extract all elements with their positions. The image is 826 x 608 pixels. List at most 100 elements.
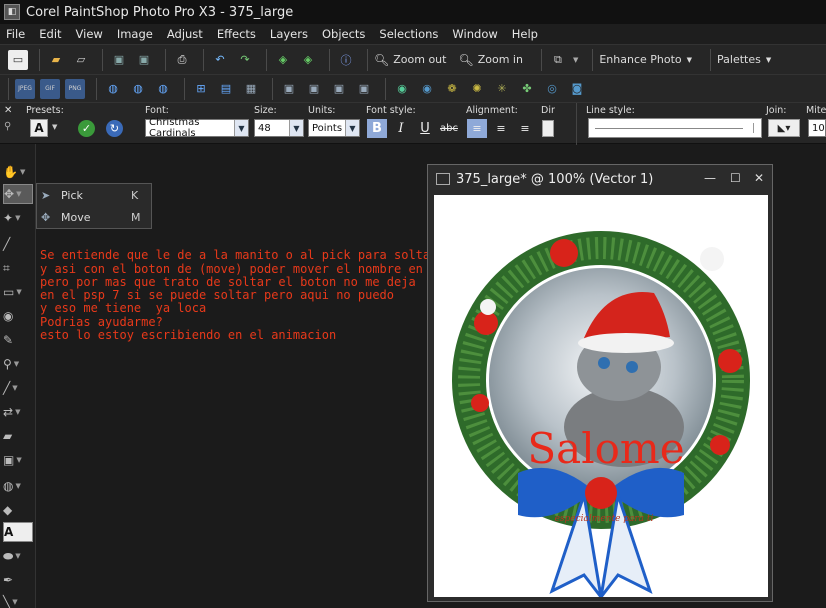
zoom-out-button[interactable]: 🔍︎ Zoom out (374, 53, 446, 67)
effect-flower-icon[interactable]: ❁ (442, 79, 462, 99)
preview-icon[interactable]: ▦ (241, 79, 261, 99)
menu-effects[interactable]: Effects (217, 27, 256, 41)
close-icon[interactable]: ✕ (754, 171, 764, 185)
move-cross-icon: ✥ (4, 187, 15, 201)
menu-image[interactable]: Image (117, 27, 153, 41)
effect-badge-icon[interactable]: ◙ (567, 79, 587, 99)
menu-layers[interactable]: Layers (270, 27, 308, 41)
save-icon[interactable]: ▣ (109, 50, 129, 70)
pin-icon[interactable]: ⚲ (4, 121, 11, 132)
apply-check-icon[interactable]: ✓ (78, 120, 95, 137)
undo-icon[interactable]: ↶ (210, 50, 230, 70)
underline-icon[interactable]: U (415, 119, 435, 138)
warp-brush-tool[interactable]: ╲ ▼ (3, 592, 33, 608)
info-icon[interactable]: ⓘ (336, 50, 356, 70)
size-select[interactable]: 48 ▼ (254, 119, 304, 137)
direction-button[interactable] (542, 120, 554, 137)
menu-file[interactable]: File (6, 27, 25, 41)
effects-texture-icon[interactable]: ▣ (329, 79, 349, 99)
effects-border-icon[interactable]: ▣ (354, 79, 374, 99)
flyout-item-pick[interactable]: ➤ Pick K (37, 184, 151, 206)
browse-icon[interactable]: ◈ (273, 50, 293, 70)
red-eye-tool[interactable]: ◉ (3, 306, 33, 326)
miter-input[interactable]: 10.0 (808, 119, 826, 137)
maximize-icon[interactable]: ☐ (730, 171, 741, 185)
menu-objects[interactable]: Objects (322, 27, 365, 41)
align-center-icon[interactable]: ≡ (491, 119, 511, 138)
minimize-icon[interactable]: — (704, 171, 716, 185)
open-folder-icon[interactable]: ▰ (46, 50, 66, 70)
picture-tube-tool[interactable]: ◆ (3, 500, 33, 520)
straighten-tool[interactable]: ▭ ▼ (3, 282, 33, 302)
menu-edit[interactable]: Edit (39, 27, 61, 41)
pan-tool[interactable]: ✋ ▼ (3, 162, 33, 182)
effects-frame-icon[interactable]: ▣ (279, 79, 299, 99)
chevron-down-icon: ▼ (765, 55, 772, 64)
units-select[interactable]: Points ▼ (308, 119, 360, 137)
bold-icon[interactable]: B (367, 119, 387, 138)
new-file-icon[interactable]: ▭ (8, 49, 28, 70)
toolbar-separator (165, 48, 166, 71)
menu-adjust[interactable]: Adjust (167, 27, 203, 41)
pen-tool[interactable]: ✒ (3, 570, 33, 590)
enhance-photo-menu[interactable]: Enhance Photo ▼ (599, 53, 692, 66)
lighten-tool[interactable]: ⇄ ▼ (3, 402, 33, 422)
effect-planet-icon[interactable]: ◎ (542, 79, 562, 99)
web-toolbar: JPEG GIF PNG ◍ ◍ ◍ ⊞ ▤ ▦ ▣ ▣ ▣ ▣ ◉ ◉ ❁ ✺… (0, 74, 826, 102)
paint-brush-tool[interactable]: ╱ ▼ (3, 378, 33, 398)
organizer-icon[interactable]: ◈ (298, 50, 318, 70)
jpeg-optimizer-icon[interactable]: JPEG (15, 78, 35, 99)
chevron-down-icon[interactable]: ▼ (52, 123, 57, 131)
close-icon[interactable]: ✕ (4, 105, 12, 116)
align-left-icon[interactable]: ≡ (467, 119, 487, 138)
effect-swirl-icon[interactable]: ✤ (517, 79, 537, 99)
web-globe-icon[interactable]: ◍ (103, 79, 123, 99)
makeover-tool[interactable]: ✎ (3, 330, 33, 350)
eraser-tool[interactable]: ▰ (3, 426, 33, 446)
font-select[interactable]: Christmas Cardinals ▼ (145, 117, 249, 139)
strikethrough-icon[interactable]: abc (439, 119, 459, 138)
copy-icon[interactable]: ⧉ (548, 50, 568, 70)
png-optimizer-icon[interactable]: PNG (65, 78, 85, 99)
preset-text-icon[interactable]: A (30, 119, 48, 137)
dropper-tool[interactable]: ╱ (3, 234, 33, 254)
zoom-in-button[interactable]: 🔍︎ Zoom in (458, 53, 522, 67)
redo-icon[interactable]: ↷ (235, 50, 255, 70)
text-tool[interactable]: A (3, 522, 33, 542)
menu-window[interactable]: Window (452, 27, 497, 41)
image-window[interactable]: 375_large* @ 100% (Vector 1) — ☐ ✕ Salom… (427, 164, 773, 602)
rollover-icon[interactable]: ▤ (216, 79, 236, 99)
effect-sun-icon[interactable]: ✺ (467, 79, 487, 99)
menu-selections[interactable]: Selections (379, 27, 438, 41)
join-select[interactable]: ◣▾ (768, 119, 800, 137)
magic-wand-tool[interactable]: ✦ ▼ (3, 208, 33, 228)
image-window-titlebar[interactable]: 375_large* @ 100% (Vector 1) — ☐ ✕ (428, 165, 772, 193)
italic-icon[interactable]: I (391, 119, 411, 138)
pick-tool[interactable]: ✥ ▼ (3, 184, 33, 204)
line-style-select[interactable] (588, 118, 762, 138)
chevron-down-icon[interactable]: ▼ (573, 56, 578, 64)
web-link-icon[interactable]: ◍ (128, 79, 148, 99)
crop-tool[interactable]: ⌗ (3, 258, 33, 278)
effects-grid-icon[interactable]: ▣ (304, 79, 324, 99)
effect-sphere-icon[interactable]: ◉ (417, 79, 437, 99)
reset-icon[interactable]: ↻ (106, 120, 123, 137)
palettes-menu[interactable]: Palettes ▼ (717, 53, 771, 66)
scan-icon[interactable]: ▱ (71, 50, 91, 70)
menu-help[interactable]: Help (512, 27, 538, 41)
flood-fill-tool[interactable]: ◍ ▼ (3, 476, 33, 496)
image-canvas[interactable]: Salome especialmente para ti (434, 195, 768, 597)
shape-tool[interactable]: ⬬ ▼ (3, 546, 33, 566)
align-right-icon[interactable]: ≡ (515, 119, 535, 138)
image-slicer-icon[interactable]: ◍ (153, 79, 173, 99)
image-mapper-icon[interactable]: ⊞ (191, 79, 211, 99)
art-media-tool[interactable]: ▣ ▼ (3, 450, 33, 470)
save-as-icon[interactable]: ▣ (134, 50, 154, 70)
effect-star-icon[interactable]: ✳ (492, 79, 512, 99)
print-icon[interactable]: ⎙ (172, 50, 192, 70)
gif-optimizer-icon[interactable]: GIF (40, 78, 60, 99)
menu-view[interactable]: View (76, 27, 103, 41)
clone-tool[interactable]: ⚲ ▼ (3, 354, 33, 374)
effect-orb-icon[interactable]: ◉ (392, 79, 412, 99)
flyout-item-move[interactable]: ✥ Move M (37, 206, 151, 228)
